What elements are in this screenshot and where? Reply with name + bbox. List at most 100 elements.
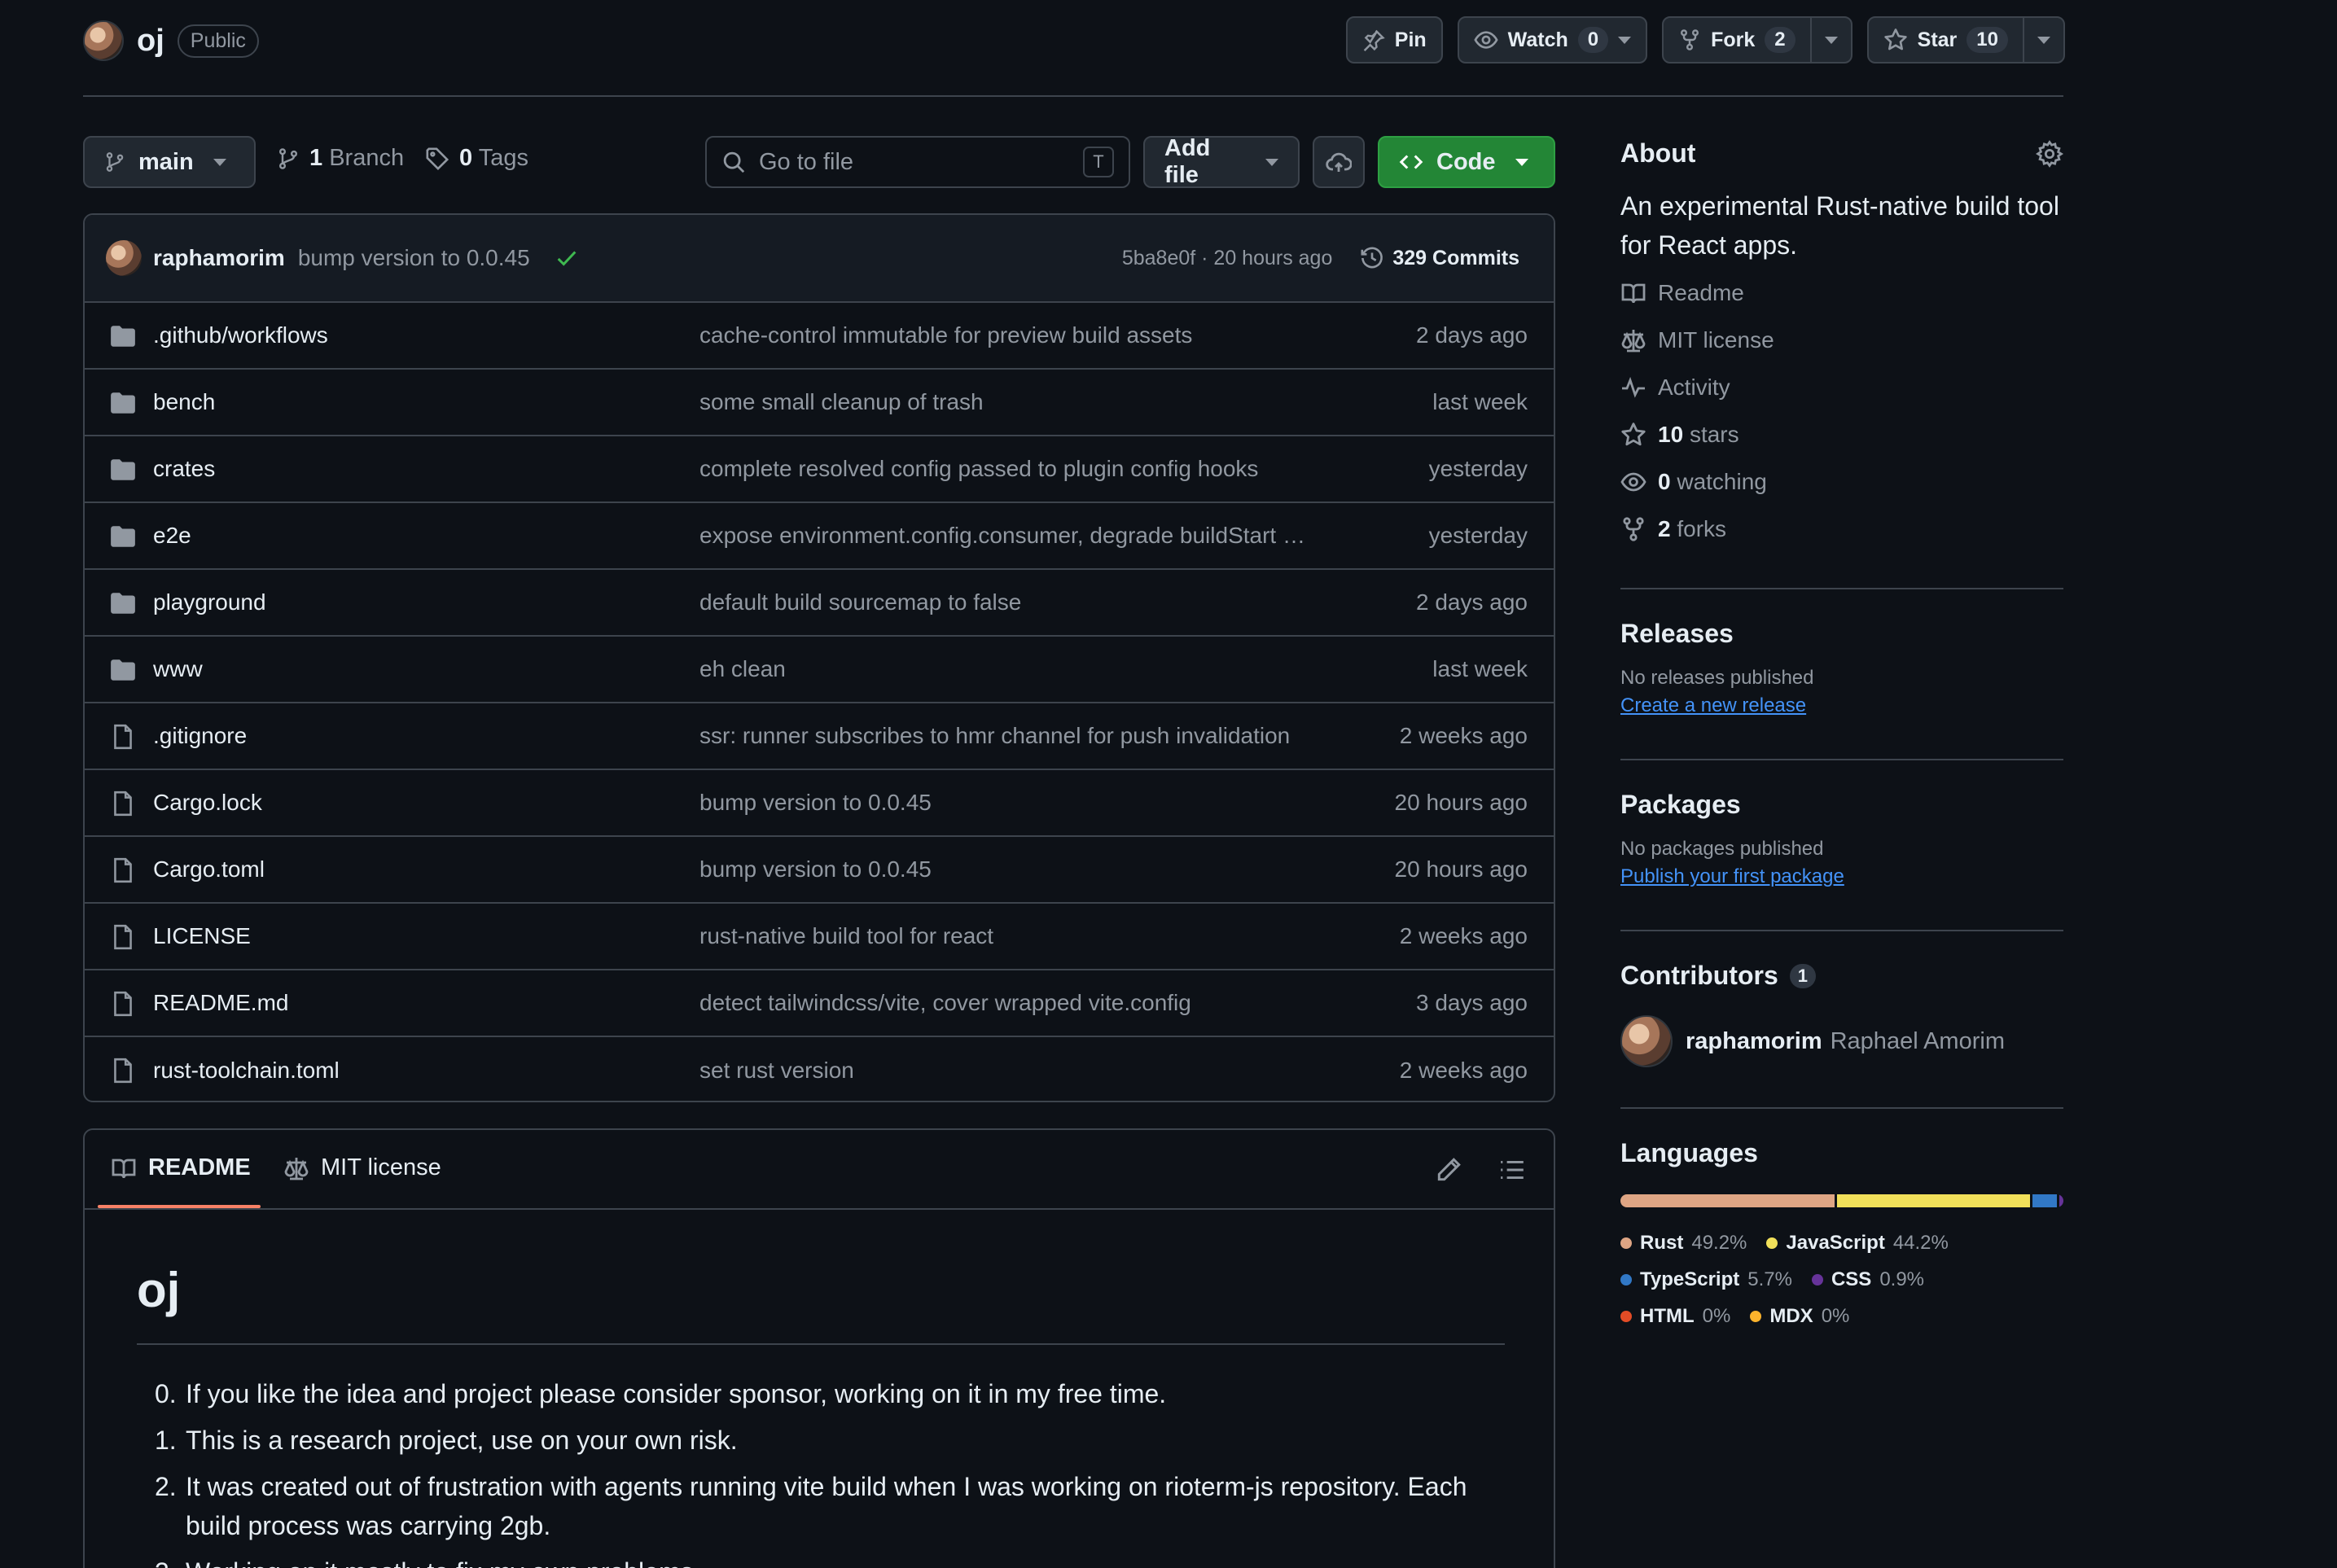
- language-item[interactable]: TypeScript 5.7%: [1620, 1263, 1792, 1297]
- active-tab-indicator: [98, 1205, 261, 1208]
- tab-readme[interactable]: README: [111, 1154, 251, 1181]
- releases-section: Releases No releases published Create a …: [1620, 619, 2063, 717]
- owner-avatar[interactable]: [83, 20, 124, 61]
- file-row[interactable]: .gitignore ssr: runner subscribes to hmr …: [85, 703, 1554, 770]
- activity-link[interactable]: Activity: [1620, 364, 2063, 411]
- tags-link[interactable]: 0 Tags: [425, 145, 528, 172]
- language-percent: 44.2%: [1892, 1232, 1949, 1254]
- create-release-link[interactable]: Create a new release: [1620, 694, 2063, 717]
- repo-name[interactable]: oj: [137, 24, 164, 59]
- sidebar-divider: [1620, 588, 2063, 589]
- file-row[interactable]: e2e expose environment.config.consumer, d…: [85, 503, 1554, 570]
- publish-package-link[interactable]: Publish your first package: [1620, 865, 2063, 888]
- stars-link[interactable]: 10 stars: [1620, 411, 2063, 458]
- go-to-file-input[interactable]: Go to file T: [705, 136, 1130, 188]
- releases-heading[interactable]: Releases: [1620, 619, 2063, 649]
- commit-author[interactable]: raphamorim: [153, 245, 285, 271]
- file-name[interactable]: playground: [153, 589, 266, 615]
- file-commit-message[interactable]: default build sourcemap to false: [699, 589, 1021, 615]
- code-button[interactable]: Code: [1378, 136, 1555, 188]
- file-commit-message[interactable]: eh clean: [699, 656, 786, 682]
- contributors-heading[interactable]: Contributors: [1620, 961, 1778, 991]
- file-name[interactable]: rust-toolchain.toml: [153, 1058, 340, 1084]
- watch-button[interactable]: Watch 0: [1457, 16, 1648, 64]
- file-name[interactable]: .github/workflows: [153, 322, 328, 348]
- fork-icon: [1681, 29, 1699, 50]
- readme-list-item: 0. If you like the idea and project pleas…: [155, 1374, 1521, 1413]
- language-item[interactable]: CSS 0.9%: [1811, 1263, 1924, 1297]
- chevron-down-icon: [1515, 158, 1528, 166]
- file-row[interactable]: README.md detect tailwindcss/vite, cover …: [85, 970, 1554, 1037]
- file-commit-message[interactable]: rust-native build tool for react: [699, 923, 993, 949]
- file-row[interactable]: LICENSE rust-native build tool for react 2…: [85, 904, 1554, 970]
- file-name[interactable]: README.md: [153, 990, 288, 1016]
- list-text: This is a research project, use on your …: [186, 1426, 738, 1455]
- eye-icon: [1620, 472, 1646, 492]
- chevron-down-icon[interactable]: [1824, 36, 1838, 44]
- contributor-name: Raphael Amorim: [1830, 1027, 2005, 1054]
- codespaces-button[interactable]: [1313, 136, 1365, 188]
- file-row[interactable]: Cargo.toml bump version to 0.0.45 20 hours…: [85, 837, 1554, 904]
- file-row[interactable]: Cargo.lock bump version to 0.0.45 20 hours…: [85, 770, 1554, 837]
- add-file-button[interactable]: Add file: [1143, 135, 1300, 188]
- contributors-section: Contributors 1 raphamorim Raphael Amorim: [1620, 961, 2063, 1067]
- chevron-down-icon[interactable]: [1618, 36, 1632, 44]
- file-row[interactable]: crates complete resolved config passed to…: [85, 436, 1554, 503]
- file-name[interactable]: crates: [153, 456, 215, 482]
- contributor-avatar[interactable]: [1620, 1015, 1673, 1067]
- file-commit-message[interactable]: bump version to 0.0.45: [699, 790, 932, 816]
- language-item[interactable]: HTML 0%: [1620, 1299, 1730, 1334]
- file-commit-message[interactable]: some small cleanup of trash: [699, 389, 984, 415]
- pencil-icon[interactable]: [1435, 1156, 1462, 1184]
- star-button[interactable]: Star 10: [1866, 16, 2065, 64]
- file-commit-message[interactable]: bump version to 0.0.45: [699, 856, 932, 883]
- contributor-item[interactable]: raphamorim Raphael Amorim: [1620, 1015, 2063, 1067]
- file-row[interactable]: rust-toolchain.toml set rust version 2 wee…: [85, 1037, 1554, 1101]
- file-commit-message[interactable]: set rust version: [699, 1058, 854, 1084]
- outline-icon[interactable]: [1498, 1156, 1526, 1184]
- file-commit-message[interactable]: expose environment.config.consumer, degr…: [699, 523, 1305, 549]
- file-row[interactable]: .github/workflows cache-control immutable…: [85, 303, 1554, 370]
- file-row[interactable]: playground default build sourcemap to fal…: [85, 570, 1554, 637]
- file-commit-message[interactable]: detect tailwindcss/vite, cover wrapped v…: [699, 990, 1191, 1016]
- commit-message[interactable]: bump version to 0.0.45: [298, 245, 530, 271]
- file-name[interactable]: www: [153, 656, 203, 682]
- star-icon: [1883, 28, 1907, 50]
- list-number: 0.: [155, 1379, 177, 1408]
- file-commit-message[interactable]: cache-control immutable for preview buil…: [699, 322, 1192, 348]
- check-icon[interactable]: [555, 246, 579, 270]
- commit-meta[interactable]: 5ba8e0f · 20 hours ago: [1122, 247, 1333, 270]
- file-name[interactable]: Cargo.lock: [153, 790, 262, 816]
- tab-license[interactable]: MIT license: [283, 1154, 441, 1181]
- folder-icon: [111, 459, 135, 480]
- branches-link[interactable]: 1 Branch: [277, 145, 404, 172]
- language-item[interactable]: MDX 0%: [1750, 1299, 1849, 1334]
- language-item[interactable]: Rust 49.2%: [1620, 1226, 1747, 1260]
- branch-selector[interactable]: main: [83, 136, 256, 188]
- file-commit-date: 20 hours ago: [1394, 856, 1528, 882]
- file-row[interactable]: bench some small cleanup of trash last wee…: [85, 370, 1554, 436]
- forks-link[interactable]: 2 forks: [1620, 506, 2063, 553]
- packages-heading[interactable]: Packages: [1620, 790, 2063, 820]
- file-commit-message[interactable]: ssr: runner subscribes to hmr channel fo…: [699, 723, 1290, 749]
- law-icon: [284, 1157, 309, 1180]
- gear-icon[interactable]: [2036, 139, 2063, 168]
- file-name[interactable]: .gitignore: [153, 723, 247, 749]
- readme-link[interactable]: Readme: [1620, 269, 2063, 317]
- language-item[interactable]: JavaScript 44.2%: [1766, 1226, 1949, 1260]
- file-name[interactable]: bench: [153, 389, 215, 415]
- contributor-login[interactable]: raphamorim: [1686, 1028, 1822, 1055]
- file-row[interactable]: www eh clean last week: [85, 637, 1554, 703]
- pin-button[interactable]: Pin: [1345, 16, 1443, 64]
- file-name[interactable]: e2e: [153, 523, 191, 549]
- watching-link[interactable]: 0 watching: [1620, 458, 2063, 506]
- commit-author-avatar[interactable]: [106, 240, 142, 276]
- file-commit-message[interactable]: complete resolved config passed to plugi…: [699, 456, 1258, 482]
- file-name[interactable]: LICENSE: [153, 923, 251, 949]
- commit-history-link[interactable]: 329 Commits: [1360, 246, 1519, 270]
- fork-button[interactable]: Fork 2: [1662, 16, 1852, 64]
- chevron-down-icon[interactable]: [2037, 36, 2050, 44]
- file-list: .github/workflows cache-control immutable…: [85, 303, 1554, 1101]
- license-link[interactable]: MIT license: [1620, 317, 2063, 364]
- file-name[interactable]: Cargo.toml: [153, 856, 265, 883]
